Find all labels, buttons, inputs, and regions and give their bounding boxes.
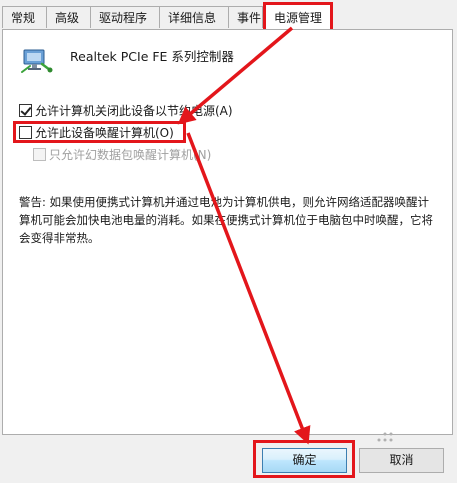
arrow-tab-to-checkbox <box>177 26 294 125</box>
arrow-checkbox-to-ok <box>186 132 311 445</box>
annotation-arrows <box>177 26 311 445</box>
